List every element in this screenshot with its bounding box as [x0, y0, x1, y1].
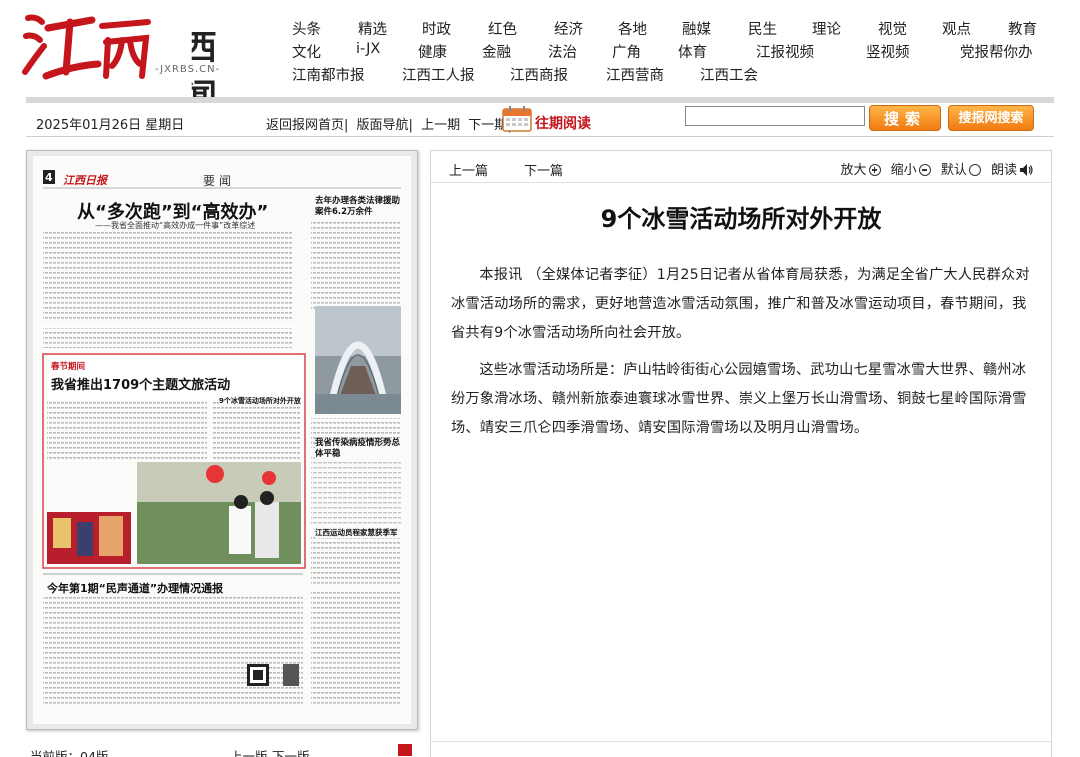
prev-issue-link[interactable]: 上一期: [421, 118, 460, 133]
nav-item[interactable]: 竖视频: [866, 41, 910, 62]
nav-row-3: 江南都市报 江西工人报 江西商报 江西营商 江西工会: [292, 64, 1052, 87]
nav-item[interactable]: 江报视频: [756, 41, 814, 62]
site-search-button[interactable]: 搜报网搜索: [948, 105, 1034, 131]
site-header: 江西新闻 -JXRBS.CN- 头条 精选 时政 红色 经济 各地 融媒 民生 理论 视觉 观点 教育…: [0, 0, 1080, 117]
read-aloud-button[interactable]: 朗读: [991, 163, 1033, 178]
article-paragraph: 本报讯 （全媒体记者李征）1月25日记者从省体育局获悉，为满足全省广大人民群众对…: [451, 267, 1030, 341]
paper-side-headline-3[interactable]: 江西运动员程家慧获季军: [315, 528, 401, 538]
article-panel: 上一篇 下一篇 放大 缩小 默认 朗读 9个冰雪活动场所对外开放 本报讯 （全媒…: [430, 150, 1052, 757]
main-nav: 头条 精选 时政 红色 经济 各地 融媒 民生 理论 视觉 观点 教育 文化 i-JX 健康 金融 法治 广角 体…: [292, 18, 1052, 87]
newspaper-page[interactable]: 4 江西日报 要闻 从“多次跑”到“高效办” ——我省全面推动“高效办成一件事”…: [33, 156, 411, 724]
prev-article-link[interactable]: 上一篇: [449, 160, 488, 179]
page-pagination: 当前版：04版 上一版 下一版: [26, 742, 426, 757]
nav-item[interactable]: 各地: [618, 18, 647, 39]
zoom-in-label: 放大: [840, 163, 867, 178]
article-toolbar: 上一篇 下一篇 放大 缩小 默认 朗读: [431, 151, 1051, 183]
prev-page-link[interactable]: 上一版: [230, 746, 268, 757]
article-title: 9个冰雪活动场所对外开放: [600, 205, 882, 233]
zoom-in-button[interactable]: 放大: [841, 163, 887, 178]
nav-item[interactable]: 融媒: [682, 18, 711, 39]
article-tools: 放大 缩小 默认 朗读: [841, 159, 1033, 178]
nav-item[interactable]: 教育: [1008, 18, 1037, 39]
default-size-button[interactable]: 默认: [941, 163, 987, 178]
issue-date: 2025年01月26日 星期日: [36, 118, 185, 133]
nav-item[interactable]: 广角: [612, 41, 641, 62]
pdf-icon[interactable]: [398, 744, 412, 756]
circle-icon: [968, 164, 981, 176]
paper-side-headline-2[interactable]: 我省传染病疫情形势总体平稳: [315, 438, 401, 460]
paper-page-number: 4: [45, 171, 53, 184]
home-link[interactable]: 返回报网首页|: [266, 118, 348, 133]
nav-item[interactable]: 精选: [358, 18, 387, 39]
nav-item[interactable]: 民生: [748, 18, 777, 39]
site-logo[interactable]: 江西新闻 -JXRBS.CN-: [22, 6, 237, 117]
nav-item[interactable]: 文化: [292, 41, 321, 62]
zoom-out-button[interactable]: 缩小: [891, 163, 937, 178]
search-input[interactable]: [685, 106, 865, 126]
paper-bottom-headline[interactable]: 今年第1期“民声通道”办理情况通报: [47, 580, 223, 596]
nav-item[interactable]: 江西工会: [700, 64, 758, 85]
read-aloud-label: 朗读: [990, 163, 1017, 178]
nav-item[interactable]: 理论: [812, 18, 841, 39]
article-bottom-divider: [431, 741, 1051, 742]
nav-item[interactable]: 时政: [422, 18, 451, 39]
paper-box-kicker: 春节期间: [51, 362, 86, 372]
paper-teaser[interactable]: 9个冰雪活动场所对外开放: [219, 396, 301, 406]
nav-item[interactable]: 江南都市报: [292, 64, 365, 85]
search-button[interactable]: 搜索: [869, 105, 941, 131]
nav-row-2: 文化 i-JX 健康 金融 法治 广角 体育 江报视频 竖视频 党报帮你办: [292, 41, 1052, 64]
nav-item[interactable]: 法治: [548, 41, 577, 62]
nav-item[interactable]: 党报帮你办: [960, 41, 1033, 62]
nav-item[interactable]: 金融: [482, 41, 511, 62]
paper-section: 要闻: [203, 174, 236, 188]
default-label: 默认: [940, 163, 967, 178]
calendar-icon[interactable]: [502, 106, 532, 132]
paper-side-headline[interactable]: 去年办理各类法律援助案件6.2万余件: [315, 196, 403, 218]
newspaper-page-frame: 4 江西日报 要闻 从“多次跑”到“高效办” ——我省全面推动“高效办成一件事”…: [26, 150, 418, 730]
toolbar-links: 返回报网首页| 版面导航| 上一期 下一期|: [266, 114, 516, 133]
nav-item[interactable]: 江西商报: [510, 64, 568, 85]
nav-item[interactable]: 江西营商: [606, 64, 664, 85]
nav-item[interactable]: i-JX: [356, 41, 380, 57]
article-paragraph: 这些冰雪活动场所是：庐山牯岭街街心公园嬉雪场、武功山七星雪冰雪大世界、赣州冰纷万…: [451, 362, 1027, 436]
plus-icon: [868, 164, 881, 176]
minus-icon: [918, 164, 931, 176]
article-body: 本报讯 （全媒体记者李征）1月25日记者从省体育局获悉，为满足全省广大人民群众对…: [451, 261, 1035, 451]
past-issues-link[interactable]: 往期阅读: [535, 113, 591, 133]
nav-item[interactable]: 观点: [942, 18, 971, 39]
next-article-link[interactable]: 下一篇: [524, 160, 563, 179]
logo-url: -JXRBS.CN-: [155, 64, 221, 75]
nav-item[interactable]: 健康: [418, 41, 447, 62]
next-page-link[interactable]: 下一版: [272, 746, 310, 757]
speaker-icon: [1020, 164, 1033, 176]
nav-item[interactable]: 头条: [292, 18, 321, 39]
current-page-label: 当前版：04版: [30, 749, 109, 757]
nav-item[interactable]: 体育: [678, 41, 707, 62]
nav-item[interactable]: 经济: [554, 18, 583, 39]
paper-masthead: 江西日报: [63, 174, 107, 187]
zoom-out-label: 缩小: [890, 163, 917, 178]
paper-box-headline[interactable]: 我省推出1709个主题文旅活动: [51, 374, 230, 393]
toolbar: 2025年01月26日 星期日 返回报网首页| 版面导航| 上一期 下一期| 往…: [26, 103, 1054, 137]
nav-item[interactable]: 红色: [488, 18, 517, 39]
nav-item[interactable]: 江西工人报: [402, 64, 475, 85]
nav-item[interactable]: 视觉: [878, 18, 907, 39]
paper-subhead-1: ——我省全面推动“高效办成一件事”改革综述: [95, 221, 256, 230]
page-nav-link[interactable]: 版面导航|: [357, 118, 413, 133]
nav-row-1: 头条 精选 时政 红色 经济 各地 融媒 民生 理论 视觉 观点 教育: [292, 18, 1052, 41]
